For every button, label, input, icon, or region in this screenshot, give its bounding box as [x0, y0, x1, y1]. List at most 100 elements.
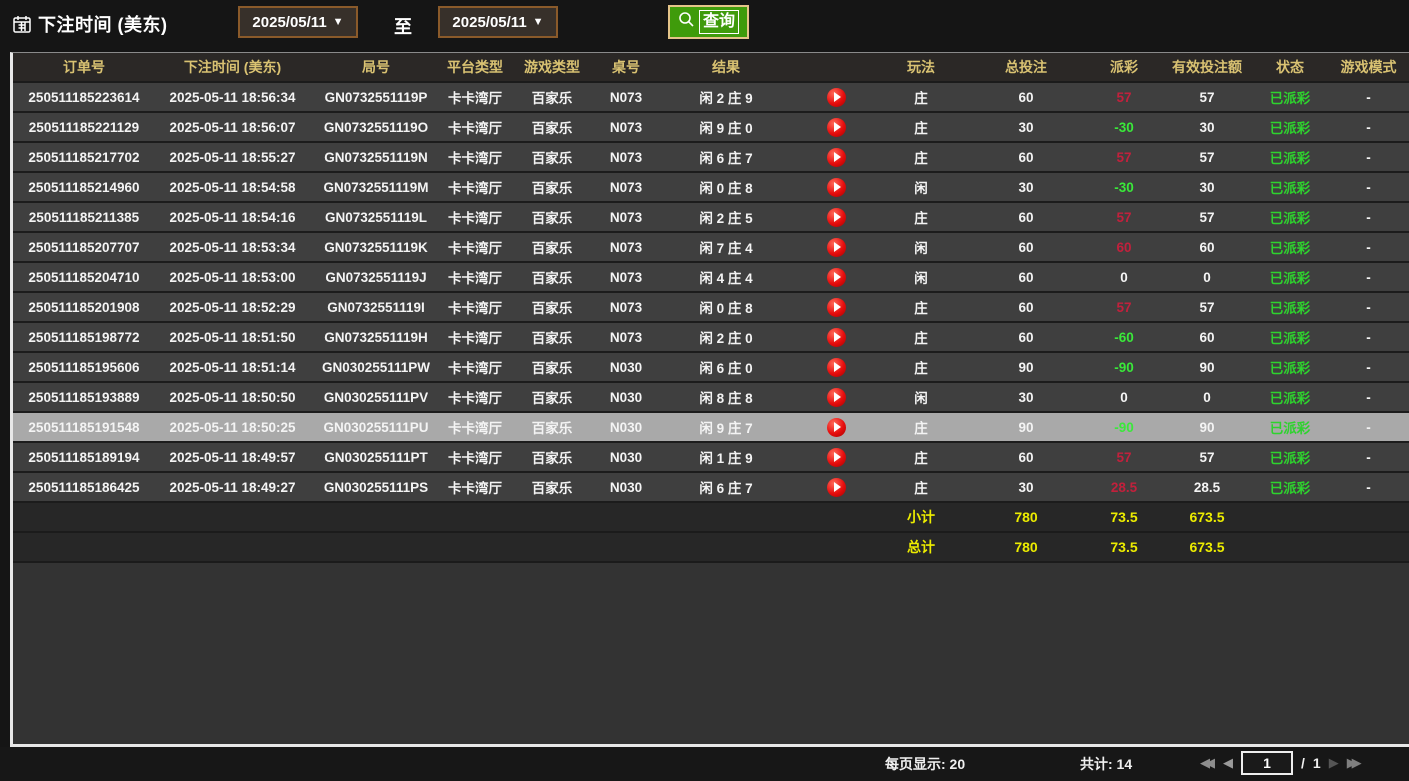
cell-game-type: 百家乐: [508, 267, 596, 287]
cell-result: 闲 4 庄 4: [656, 267, 796, 287]
betting-records-page: 下注时间 (美东) 2025/05/11 ▼ 至 2025/05/11 ▼ 查询…: [0, 0, 1409, 781]
table-row[interactable]: 250511185198772 2025-05-11 18:51:50 GN07…: [13, 323, 1409, 353]
page-number-input[interactable]: [1241, 751, 1293, 775]
cell-status: 已派彩: [1252, 417, 1328, 437]
play-replay-icon[interactable]: [827, 418, 846, 437]
play-replay-icon[interactable]: [827, 478, 846, 497]
table-row[interactable]: 250511185195606 2025-05-11 18:51:14 GN03…: [13, 353, 1409, 383]
cell-status: 已派彩: [1252, 117, 1328, 137]
cell-game-type: 百家乐: [508, 297, 596, 317]
header-payout: 派彩: [1086, 57, 1162, 77]
table-row[interactable]: 250511185217702 2025-05-11 18:55:27 GN07…: [13, 143, 1409, 173]
play-replay-icon[interactable]: [827, 448, 846, 467]
table-row[interactable]: 250511185214960 2025-05-11 18:54:58 GN07…: [13, 173, 1409, 203]
cell-play-type: 庄: [876, 477, 966, 497]
cell-valid-bet: 57: [1162, 300, 1252, 315]
cell-game-type: 百家乐: [508, 357, 596, 377]
cell-platform: 卡卡湾厅: [442, 147, 508, 167]
cell-result: 闲 6 庄 7: [656, 147, 796, 167]
cell-game-type: 百家乐: [508, 147, 596, 167]
cell-status: 已派彩: [1252, 237, 1328, 257]
cell-valid-bet: 57: [1162, 450, 1252, 465]
cell-game-mode: -: [1328, 150, 1409, 165]
cell-total-bet: 60: [966, 90, 1086, 105]
play-replay-icon[interactable]: [827, 388, 846, 407]
cell-total-bet: 30: [966, 180, 1086, 195]
play-replay-icon[interactable]: [827, 88, 846, 107]
cell-round-no: GN030255111PV: [310, 390, 442, 405]
cell-replay: [796, 388, 876, 407]
table-row[interactable]: 250511185204710 2025-05-11 18:53:00 GN07…: [13, 263, 1409, 293]
cell-payout: 57: [1086, 150, 1162, 165]
play-replay-icon[interactable]: [827, 268, 846, 287]
cell-payout: -30: [1086, 120, 1162, 135]
cell-game-mode: -: [1328, 480, 1409, 495]
cell-round-no: GN0732551119O: [310, 120, 442, 135]
prev-page-icon[interactable]: ◀: [1223, 755, 1233, 771]
date-from-select[interactable]: 2025/05/11 ▼: [238, 6, 358, 38]
play-replay-icon[interactable]: [827, 238, 846, 257]
cell-platform: 卡卡湾厅: [442, 177, 508, 197]
cell-game-type: 百家乐: [508, 417, 596, 437]
play-replay-icon[interactable]: [827, 208, 846, 227]
cell-replay: [796, 328, 876, 347]
cell-game-mode: -: [1328, 240, 1409, 255]
cell-round-no: GN0732551119I: [310, 300, 442, 315]
subtotal-label: 小计: [876, 507, 966, 527]
cell-payout: 57: [1086, 300, 1162, 315]
cell-table-no: N073: [596, 150, 656, 165]
page-total: 1: [1313, 755, 1321, 771]
table-row[interactable]: 250511185186425 2025-05-11 18:49:27 GN03…: [13, 473, 1409, 503]
table-row[interactable]: 250511185221129 2025-05-11 18:56:07 GN07…: [13, 113, 1409, 143]
table-row[interactable]: 250511185189194 2025-05-11 18:49:57 GN03…: [13, 443, 1409, 473]
cell-table-no: N073: [596, 270, 656, 285]
play-replay-icon[interactable]: [827, 178, 846, 197]
calendar-icon: [12, 14, 32, 34]
table-row[interactable]: 250511185207707 2025-05-11 18:53:34 GN07…: [13, 233, 1409, 263]
first-page-icon[interactable]: ◀◀: [1200, 755, 1215, 771]
cell-result: 闲 7 庄 4: [656, 237, 796, 257]
cell-result: 闲 2 庄 9: [656, 87, 796, 107]
last-page-icon[interactable]: ▶▶: [1347, 755, 1362, 771]
total-count-label: 共计: 14: [1080, 754, 1132, 774]
chevron-down-icon: ▼: [533, 16, 544, 28]
query-button[interactable]: 查询: [668, 5, 749, 39]
cell-bet-time: 2025-05-11 18:54:58: [155, 180, 310, 195]
cell-replay: [796, 148, 876, 167]
cell-play-type: 庄: [876, 327, 966, 347]
cell-game-mode: -: [1328, 420, 1409, 435]
cell-play-type: 闲: [876, 267, 966, 287]
pager-controls: ◀◀ ◀ / 1 ▶ ▶▶: [1200, 751, 1362, 775]
cell-valid-bet: 0: [1162, 270, 1252, 285]
cell-result: 闲 8 庄 8: [656, 387, 796, 407]
table-row[interactable]: 250511185211385 2025-05-11 18:54:16 GN07…: [13, 203, 1409, 233]
cell-result: 闲 2 庄 5: [656, 207, 796, 227]
next-page-icon[interactable]: ▶: [1329, 755, 1339, 771]
table-row[interactable]: 250511185193889 2025-05-11 18:50:50 GN03…: [13, 383, 1409, 413]
cell-valid-bet: 28.5: [1162, 480, 1252, 495]
cell-order-no: 250511185201908: [13, 300, 155, 315]
play-replay-icon[interactable]: [827, 298, 846, 317]
cell-payout: -90: [1086, 360, 1162, 375]
header-game-type: 游戏类型: [508, 57, 596, 77]
table-row[interactable]: 250511185223614 2025-05-11 18:56:34 GN07…: [13, 83, 1409, 113]
cell-order-no: 250511185189194: [13, 450, 155, 465]
date-to-select[interactable]: 2025/05/11 ▼: [438, 6, 558, 38]
cell-round-no: GN0732551119P: [310, 90, 442, 105]
play-replay-icon[interactable]: [827, 148, 846, 167]
cell-play-type: 庄: [876, 117, 966, 137]
date-from-value: 2025/05/11: [252, 14, 326, 31]
table-row[interactable]: 250511185191548 2025-05-11 18:50:25 GN03…: [13, 413, 1409, 443]
table-row[interactable]: 250511185201908 2025-05-11 18:52:29 GN07…: [13, 293, 1409, 323]
cell-game-type: 百家乐: [508, 387, 596, 407]
play-replay-icon[interactable]: [827, 118, 846, 137]
header-bet-time: 下注时间 (美东): [155, 57, 310, 77]
cell-platform: 卡卡湾厅: [442, 117, 508, 137]
play-replay-icon[interactable]: [827, 328, 846, 347]
cell-payout: 57: [1086, 90, 1162, 105]
page-title: 下注时间 (美东): [38, 11, 168, 37]
cell-game-mode: -: [1328, 270, 1409, 285]
play-replay-icon[interactable]: [827, 358, 846, 377]
cell-payout: -30: [1086, 180, 1162, 195]
cell-valid-bet: 30: [1162, 180, 1252, 195]
